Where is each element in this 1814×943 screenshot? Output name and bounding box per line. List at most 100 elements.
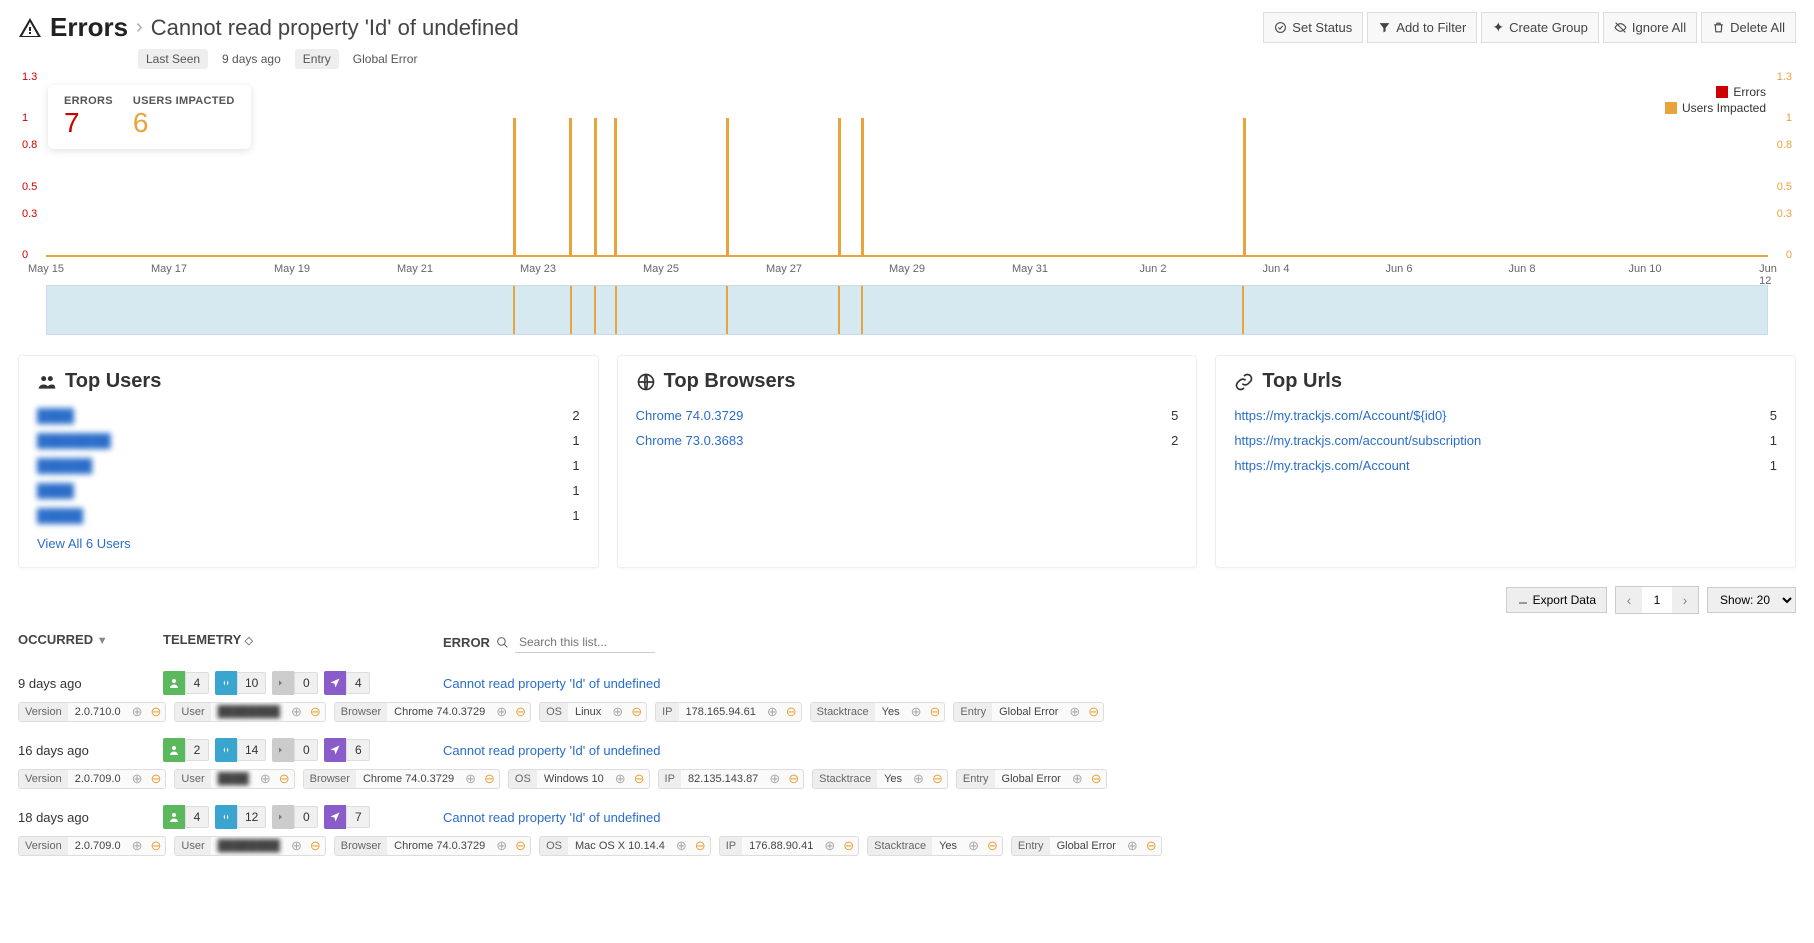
- create-group-button[interactable]: ✦Create Group: [1481, 12, 1599, 43]
- link-icon: [1234, 372, 1254, 392]
- tag-key: OS: [540, 837, 568, 855]
- list-item[interactable]: ██████1: [37, 453, 580, 478]
- ignore-all-button[interactable]: Ignore All: [1603, 12, 1697, 43]
- add-filter-icon[interactable]: ⊕: [608, 704, 627, 720]
- add-filter-icon[interactable]: ⊕: [964, 838, 983, 854]
- tag-key: Browser: [304, 770, 356, 788]
- remove-filter-icon[interactable]: ⊖: [839, 838, 858, 854]
- telemetry-network-badge[interactable]: 10: [215, 671, 266, 695]
- add-filter-icon[interactable]: ⊕: [461, 771, 480, 787]
- add-filter-icon[interactable]: ⊕: [492, 704, 511, 720]
- occurred-column-header[interactable]: OCCURRED ▼: [18, 632, 163, 653]
- list-item[interactable]: █████1: [37, 503, 580, 528]
- add-filter-icon[interactable]: ⊕: [1068, 771, 1087, 787]
- add-filter-icon[interactable]: ⊕: [672, 838, 691, 854]
- list-item[interactable]: Chrome 73.0.36832: [636, 428, 1179, 453]
- list-item[interactable]: ████2: [37, 403, 580, 428]
- add-filter-icon[interactable]: ⊕: [763, 704, 782, 720]
- tag-key: User: [175, 703, 210, 721]
- remove-filter-icon[interactable]: ⊖: [784, 771, 803, 787]
- add-filter-icon[interactable]: ⊕: [611, 771, 630, 787]
- list-item[interactable]: Chrome 74.0.37295: [636, 403, 1179, 428]
- item-count: 1: [572, 483, 579, 498]
- remove-filter-icon[interactable]: ⊖: [146, 704, 165, 720]
- delete-all-button[interactable]: Delete All: [1701, 12, 1796, 43]
- show-count-select[interactable]: Show: 20: [1707, 587, 1796, 613]
- add-filter-icon[interactable]: ⊕: [1123, 838, 1142, 854]
- remove-filter-icon[interactable]: ⊖: [627, 704, 646, 720]
- add-filter-icon[interactable]: ⊕: [287, 704, 306, 720]
- error-row[interactable]: 18 days ago 4 12 0 7 Cannot read propert…: [18, 795, 1796, 862]
- main-chart[interactable]: 00.30.50.811.3 00.30.50.811.3: [46, 77, 1768, 257]
- remove-filter-icon[interactable]: ⊖: [1087, 771, 1106, 787]
- add-filter-icon[interactable]: ⊕: [492, 838, 511, 854]
- remove-filter-icon[interactable]: ⊖: [983, 838, 1002, 854]
- add-filter-icon[interactable]: ⊕: [765, 771, 784, 787]
- add-filter-icon[interactable]: ⊕: [820, 838, 839, 854]
- error-message-link[interactable]: Cannot read property 'Id' of undefined: [443, 676, 660, 691]
- remove-filter-icon[interactable]: ⊖: [1142, 838, 1161, 854]
- export-data-button[interactable]: Export Data: [1506, 587, 1607, 613]
- telemetry-user-badge[interactable]: 2: [163, 738, 209, 762]
- next-page-button[interactable]: ›: [1672, 587, 1698, 613]
- view-all-users-link[interactable]: View All 6 Users: [37, 536, 131, 551]
- remove-filter-icon[interactable]: ⊖: [306, 838, 325, 854]
- add-to-filter-button[interactable]: Add to Filter: [1367, 12, 1477, 43]
- telemetry-nav-badge[interactable]: 6: [324, 738, 370, 762]
- remove-filter-icon[interactable]: ⊖: [630, 771, 649, 787]
- page-number-input[interactable]: [1642, 587, 1672, 613]
- remove-filter-icon[interactable]: ⊖: [480, 771, 499, 787]
- telemetry-user-badge[interactable]: 4: [163, 805, 209, 829]
- remove-filter-icon[interactable]: ⊖: [926, 704, 945, 720]
- prev-page-button[interactable]: ‹: [1616, 587, 1642, 613]
- user-icon: [163, 738, 185, 762]
- remove-filter-icon[interactable]: ⊖: [782, 704, 801, 720]
- add-filter-icon[interactable]: ⊕: [287, 838, 306, 854]
- tag-key: IP: [656, 703, 678, 721]
- add-filter-icon[interactable]: ⊕: [128, 838, 147, 854]
- add-filter-icon[interactable]: ⊕: [256, 771, 275, 787]
- add-filter-icon[interactable]: ⊕: [1065, 704, 1084, 720]
- error-message-link[interactable]: Cannot read property 'Id' of undefined: [443, 810, 660, 825]
- remove-filter-icon[interactable]: ⊖: [146, 838, 165, 854]
- list-item[interactable]: https://my.trackjs.com/account/subscript…: [1234, 428, 1777, 453]
- list-item[interactable]: ████1: [37, 478, 580, 503]
- error-row[interactable]: 9 days ago 4 10 0 4 Cannot read property…: [18, 661, 1796, 728]
- remove-filter-icon[interactable]: ⊖: [306, 704, 325, 720]
- error-row[interactable]: 16 days ago 2 14 0 6 Cannot read propert…: [18, 728, 1796, 795]
- search-input[interactable]: [515, 632, 655, 653]
- set-status-button[interactable]: Set Status: [1263, 12, 1363, 43]
- add-filter-icon[interactable]: ⊕: [128, 771, 147, 787]
- filter-tag: Version 2.0.709.0 ⊕ ⊖: [18, 769, 166, 789]
- telemetry-nav-badge[interactable]: 4: [324, 671, 370, 695]
- add-filter-icon[interactable]: ⊕: [907, 704, 926, 720]
- tag-key: Stacktrace: [868, 837, 932, 855]
- remove-filter-icon[interactable]: ⊖: [275, 771, 294, 787]
- error-column-header[interactable]: ERROR: [443, 635, 490, 650]
- browser-icon: [636, 372, 656, 392]
- remove-filter-icon[interactable]: ⊖: [1084, 704, 1103, 720]
- list-item[interactable]: https://my.trackjs.com/Account1: [1234, 453, 1777, 478]
- remove-filter-icon[interactable]: ⊖: [691, 838, 710, 854]
- telemetry-user-badge[interactable]: 4: [163, 671, 209, 695]
- telemetry-console-badge[interactable]: 0: [272, 805, 318, 829]
- telemetry-network-badge[interactable]: 12: [215, 805, 266, 829]
- remove-filter-icon[interactable]: ⊖: [146, 771, 165, 787]
- telemetry-console-badge[interactable]: 0: [272, 671, 318, 695]
- telemetry-nav-badge[interactable]: 7: [324, 805, 370, 829]
- chart-minimap[interactable]: [46, 285, 1768, 335]
- telemetry-console-badge[interactable]: 0: [272, 738, 318, 762]
- remove-filter-icon[interactable]: ⊖: [511, 838, 530, 854]
- tag-value: ████: [211, 770, 256, 788]
- remove-filter-icon[interactable]: ⊖: [511, 704, 530, 720]
- add-filter-icon[interactable]: ⊕: [128, 704, 147, 720]
- telemetry-column-header[interactable]: TELEMETRY ◇: [163, 632, 443, 653]
- telemetry-network-badge[interactable]: 14: [215, 738, 266, 762]
- error-message-link[interactable]: Cannot read property 'Id' of undefined: [443, 743, 660, 758]
- add-filter-icon[interactable]: ⊕: [909, 771, 928, 787]
- nav-icon: [324, 671, 346, 695]
- chart-bar: [594, 118, 597, 255]
- remove-filter-icon[interactable]: ⊖: [928, 771, 947, 787]
- list-item[interactable]: https://my.trackjs.com/Account/${id0}5: [1234, 403, 1777, 428]
- list-item[interactable]: ████████1: [37, 428, 580, 453]
